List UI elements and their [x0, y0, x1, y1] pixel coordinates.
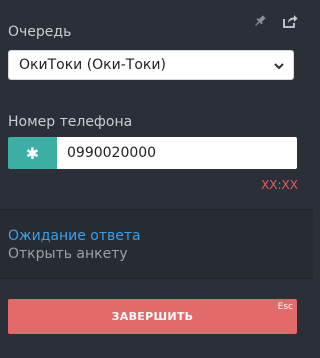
phone-input-group: ✱ [8, 137, 297, 169]
call-timer: XX:XX [261, 178, 298, 192]
call-status-link[interactable]: Ожидание ответа [8, 228, 141, 244]
phone-number-input[interactable] [57, 137, 297, 169]
chevron-down-icon [273, 60, 285, 72]
asterisk-button[interactable]: ✱ [8, 137, 57, 169]
esc-shortcut-hint: Esc [277, 302, 293, 312]
call-panel: Очередь ОкиТоки (Оки-Токи) Номер телефон… [0, 0, 313, 358]
open-form-link[interactable]: Открыть анкету [8, 246, 128, 262]
header-toolbar [251, 12, 299, 30]
finish-call-label: ЗАВЕРШИТЬ [111, 310, 194, 323]
pin-icon[interactable] [251, 12, 269, 30]
queue-select-value: ОкиТоки (Оки-Токи) [19, 57, 166, 73]
finish-call-button[interactable]: ЗАВЕРШИТЬ [8, 299, 297, 334]
share-icon[interactable] [281, 12, 299, 30]
queue-select[interactable]: ОкиТоки (Оки-Токи) [8, 50, 294, 80]
phone-label: Номер телефона [8, 114, 133, 130]
queue-label: Очередь [8, 24, 72, 40]
